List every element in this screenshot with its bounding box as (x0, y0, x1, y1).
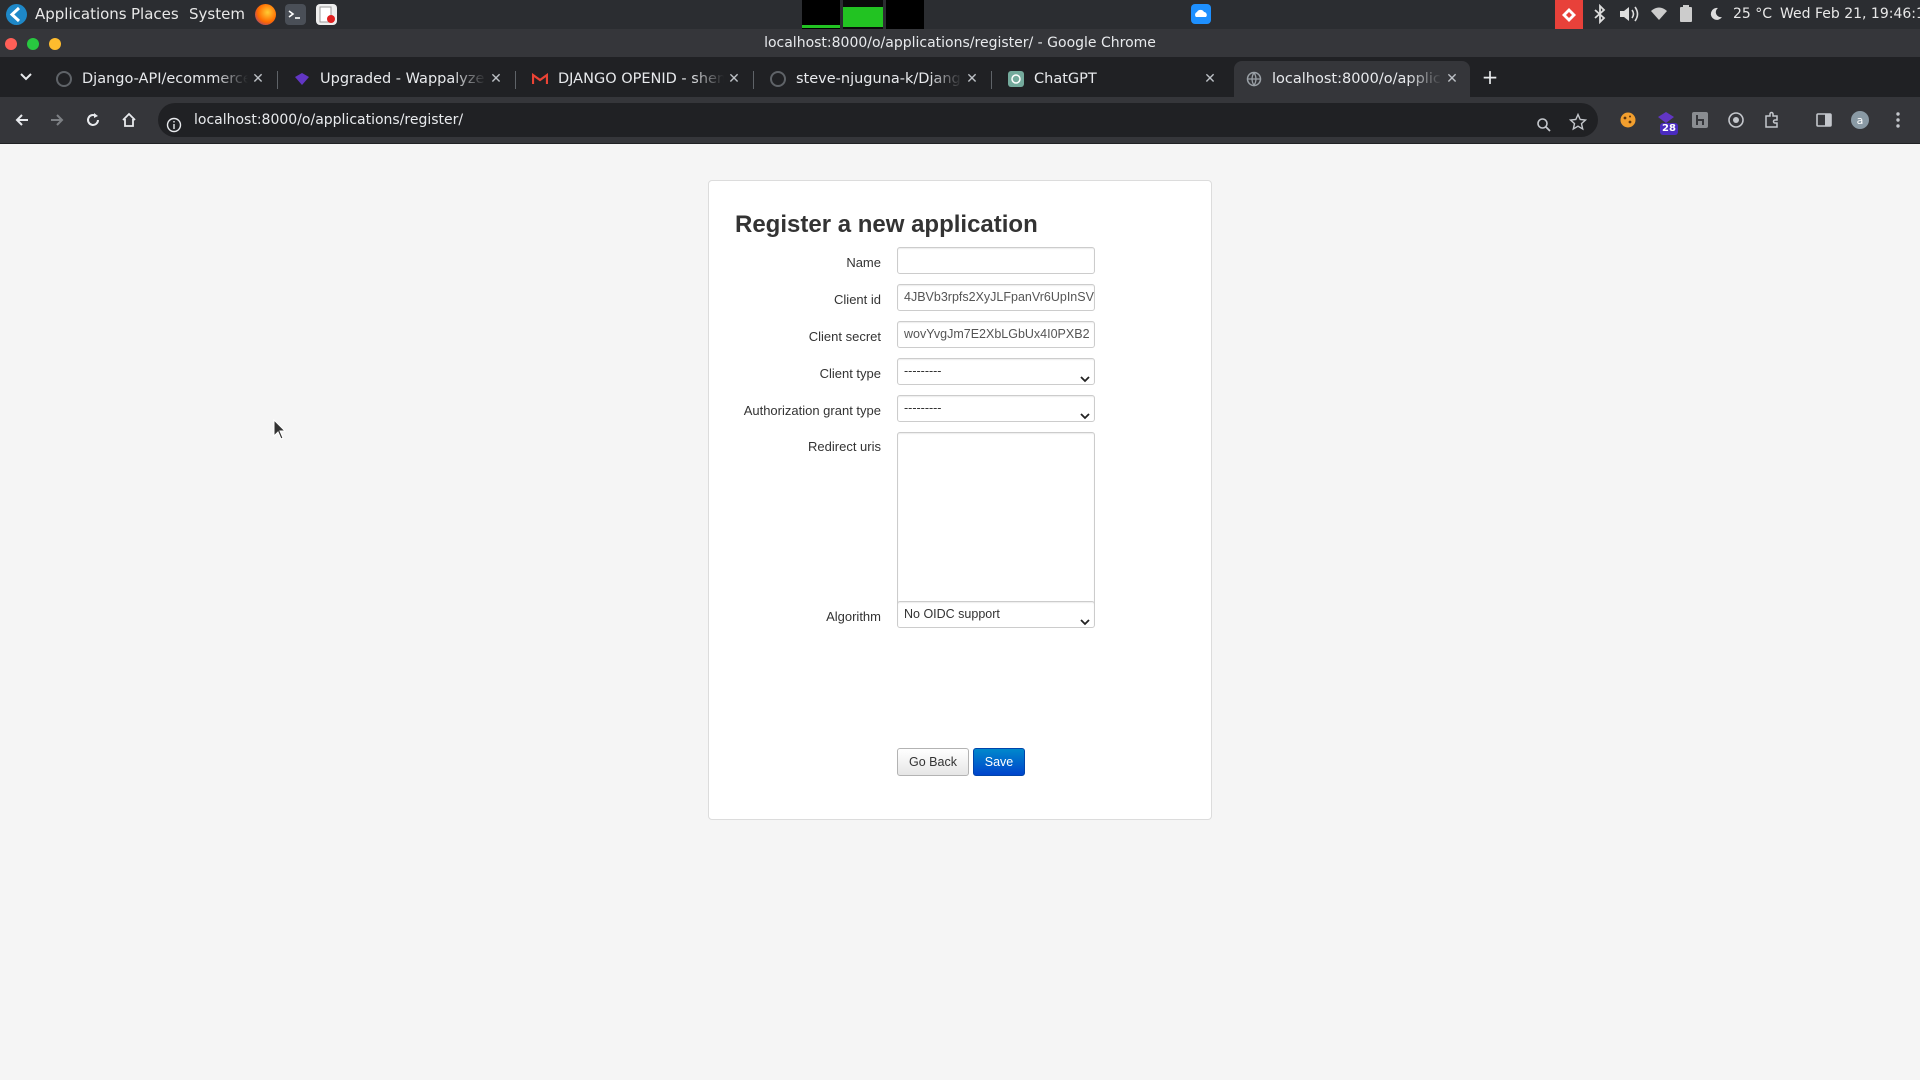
tab-title: ChatGPT (1034, 71, 1097, 87)
name-input[interactable] (897, 247, 1095, 274)
address-bar[interactable]: localhost:8000/o/applications/register/ (158, 103, 1598, 137)
home-icon[interactable] (115, 106, 143, 134)
register-form-card: Register a new application Name Client i… (708, 180, 1212, 820)
tab-django-api[interactable]: Django-API/ecommerce ✕ (44, 61, 276, 97)
window-close-button[interactable] (5, 38, 17, 50)
tab-close-icon[interactable]: ✕ (1442, 71, 1462, 87)
cookie-extension-icon[interactable] (1614, 106, 1642, 134)
globe-icon (1246, 71, 1262, 87)
tab-title: Django-API/ecommerce (82, 71, 248, 87)
window-maximize-button[interactable] (27, 38, 39, 50)
target-extension-icon[interactable] (1722, 106, 1750, 134)
algorithm-select[interactable]: No OIDC support (897, 601, 1095, 628)
chevron-down-icon (1080, 367, 1090, 384)
url-text[interactable]: localhost:8000/o/applications/register/ (194, 103, 463, 137)
tab-chatgpt[interactable]: ChatGPT ✕ (996, 61, 1228, 97)
tab-steve-njuguna[interactable]: steve-njuguna-k/Django ✕ (758, 61, 990, 97)
save-button[interactable]: Save (973, 748, 1025, 776)
wifi-icon[interactable] (1648, 3, 1670, 25)
tab-title: DJANGO OPENID - shem (558, 71, 724, 87)
github-icon (56, 71, 72, 87)
client-type-select[interactable]: --------- (897, 358, 1095, 385)
page-viewport: Register a new application Name Client i… (0, 144, 1920, 1080)
bookmark-star-icon[interactable] (1568, 110, 1588, 144)
wappalyzer-extension-icon[interactable]: 28 (1652, 106, 1680, 135)
go-back-button[interactable]: Go Back (897, 748, 969, 776)
profile-avatar-icon[interactable]: a (1846, 106, 1874, 134)
forward-arrow-icon[interactable] (43, 106, 71, 134)
menu-system[interactable]: System (189, 0, 245, 29)
new-tab-plus-icon[interactable]: + (1476, 63, 1504, 91)
chatgpt-icon (1008, 71, 1024, 87)
gmail-icon (532, 71, 548, 87)
network-monitor-graph (886, 0, 924, 29)
cloud-sync-icon[interactable] (1190, 3, 1212, 25)
extension-badge: 28 (1660, 123, 1678, 135)
side-panel-icon[interactable] (1810, 106, 1838, 134)
page-title: Register a new application (735, 211, 1038, 238)
browser-title-bar: localhost:8000/o/applications/register/ … (0, 29, 1920, 57)
tab-wappalyzer[interactable]: Upgraded - Wappalyzer ✕ (282, 61, 514, 97)
grant-type-select[interactable]: --------- (897, 395, 1095, 422)
back-arrow-icon[interactable] (8, 106, 36, 134)
tab-close-icon[interactable]: ✕ (248, 71, 268, 87)
chevron-down-icon (1080, 610, 1090, 627)
tab-title: localhost:8000/o/applica (1272, 71, 1442, 87)
redirect-uris-textarea[interactable] (897, 432, 1095, 621)
grant-type-label: Authorization grant type (743, 403, 881, 418)
terminal-icon[interactable] (285, 4, 306, 25)
zoom-icon[interactable] (1536, 112, 1552, 146)
window-minimize-button[interactable] (49, 38, 61, 50)
client-type-selected: --------- (904, 364, 942, 378)
text-editor-icon[interactable] (316, 4, 337, 25)
svg-text:a: a (1857, 114, 1864, 127)
tab-search-chevron-icon[interactable] (12, 63, 40, 91)
memory-monitor-graph (843, 0, 883, 29)
chrome-menu-kebab-icon[interactable] (1884, 106, 1912, 134)
tab-close-icon[interactable]: ✕ (724, 71, 744, 87)
battery-icon[interactable] (1675, 3, 1697, 25)
tab-django-openid[interactable]: DJANGO OPENID - shem ✕ (520, 61, 752, 97)
grant-type-selected: --------- (904, 401, 942, 415)
algorithm-selected: No OIDC support (904, 607, 1000, 621)
tab-title: steve-njuguna-k/Django (796, 71, 962, 87)
name-label: Name (846, 255, 881, 270)
site-info-icon[interactable] (166, 112, 182, 146)
clock[interactable]: Wed Feb 21, 19:46:17 (1780, 0, 1920, 29)
chevron-down-icon (1080, 404, 1090, 421)
algorithm-label: Algorithm (826, 609, 881, 624)
menu-places[interactable]: Places (131, 0, 179, 29)
h-extension-icon[interactable] (1686, 106, 1714, 134)
volume-icon[interactable] (1617, 3, 1645, 25)
cpu-monitor-graph (802, 0, 840, 29)
client-secret-input[interactable]: wovYvgJm7E2XbLGbUx4I0PXB2 (897, 321, 1095, 348)
client-type-label: Client type (819, 366, 881, 381)
tab-close-icon[interactable]: ✕ (1200, 71, 1220, 87)
reload-icon[interactable] (79, 106, 107, 134)
distro-logo-icon[interactable] (6, 4, 27, 25)
window-title: localhost:8000/o/applications/register/ … (764, 35, 1156, 51)
menu-applications[interactable]: Applications (35, 0, 127, 29)
tab-strip: Django-API/ecommerce ✕ Upgraded - Wappal… (0, 57, 1920, 97)
bluetooth-icon[interactable] (1589, 3, 1611, 25)
weather-moon-icon (1705, 3, 1727, 25)
tab-title: Upgraded - Wappalyzer (320, 71, 486, 87)
tab-close-icon[interactable]: ✕ (962, 71, 982, 87)
github-icon (770, 71, 786, 87)
tab-close-icon[interactable]: ✕ (486, 71, 506, 87)
redirect-uris-label: Redirect uris (808, 439, 881, 454)
mouse-cursor-icon (273, 418, 287, 445)
wappalyzer-icon (294, 71, 310, 87)
temperature-label: 25 °C (1733, 6, 1773, 22)
client-secret-label: Client secret (808, 329, 881, 344)
extensions-puzzle-icon[interactable] (1758, 106, 1786, 134)
client-id-input[interactable]: 4JBVb3rpfs2XyJLFpanVr6UpInSV (897, 284, 1095, 311)
firefox-icon[interactable] (255, 4, 276, 25)
os-top-panel: Applications Places System 25 °C Wed Feb… (0, 0, 1920, 29)
client-id-label: Client id (834, 292, 881, 307)
tab-localhost-register[interactable]: localhost:8000/o/applica ✕ (1234, 61, 1470, 97)
browser-toolbar: localhost:8000/o/applications/register/ … (0, 97, 1920, 144)
anydesk-icon[interactable] (1555, 0, 1583, 29)
